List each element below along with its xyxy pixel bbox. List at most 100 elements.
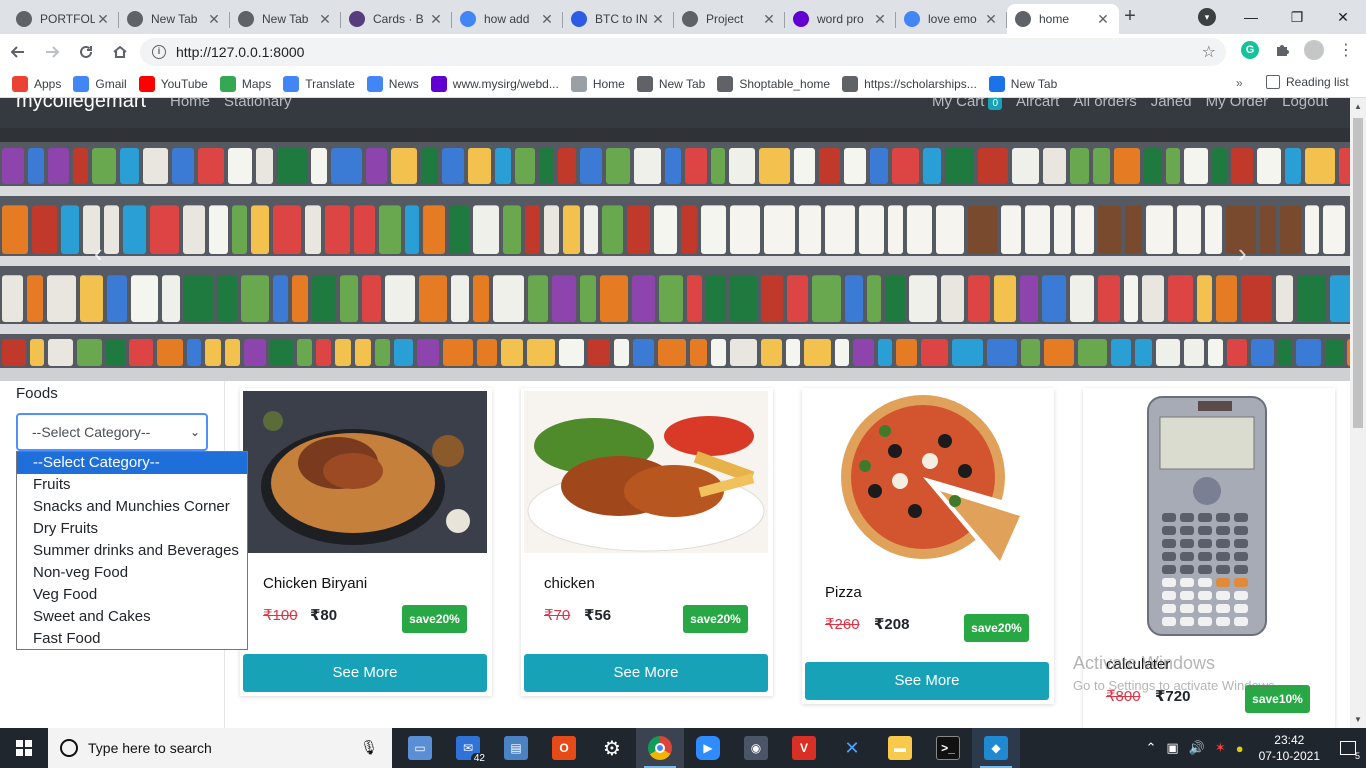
category-option[interactable]: --Select Category-- — [17, 452, 247, 474]
browser-tab[interactable]: home ✕ — [1007, 4, 1119, 34]
nav-link[interactable]: Aircart — [1016, 98, 1059, 110]
close-tab-icon[interactable]: ✕ — [872, 11, 888, 28]
bookmark-item[interactable]: New Tab — [988, 75, 1057, 92]
reload-button[interactable] — [70, 36, 102, 68]
task-view-button[interactable]: ▭ — [396, 728, 444, 768]
bookmark-item[interactable]: News — [366, 75, 419, 92]
category-select[interactable]: --Select Category-- ⌄ — [16, 413, 208, 451]
close-tab-icon[interactable]: ✕ — [206, 11, 222, 28]
browser-tab[interactable]: Project ✕ — [674, 4, 785, 34]
site-info-icon[interactable]: i — [152, 45, 166, 59]
bookmark-item[interactable]: New Tab — [636, 75, 705, 92]
scroll-up-arrow-icon[interactable]: ▲ — [1354, 102, 1362, 111]
bookmarks-overflow-button[interactable]: » — [1236, 76, 1243, 90]
close-tab-icon[interactable]: ✕ — [539, 11, 555, 28]
category-option[interactable]: Fruits — [17, 474, 247, 496]
category-option[interactable]: Dry Fruits — [17, 518, 247, 540]
reading-list-button[interactable]: Reading list — [1266, 75, 1349, 89]
close-tab-icon[interactable]: ✕ — [428, 11, 444, 28]
new-tab-button[interactable]: + — [1120, 6, 1140, 26]
nav-link[interactable]: Home — [170, 98, 210, 110]
taskbar-chrome[interactable] — [636, 728, 684, 768]
browser-tab[interactable]: how add ✕ — [452, 4, 563, 34]
taskbar-terminal[interactable]: >_ — [924, 728, 972, 768]
nav-link[interactable]: My Order — [1206, 98, 1269, 110]
taskbar-media[interactable]: ◉ — [732, 728, 780, 768]
minimize-button[interactable]: — — [1228, 1, 1274, 33]
start-button[interactable] — [0, 728, 48, 768]
taskbar-app-v[interactable]: V — [780, 728, 828, 768]
close-tab-icon[interactable]: ✕ — [1095, 11, 1111, 28]
security-icon[interactable]: ✶ — [1215, 740, 1226, 756]
taskbar-settings[interactable]: ⚙ — [588, 728, 636, 768]
see-more-button[interactable]: See More — [524, 654, 768, 692]
close-window-button[interactable]: ✕ — [1320, 1, 1366, 33]
taskbar-app-2[interactable]: ▤ — [492, 728, 540, 768]
taskbar-tools[interactable]: ✕ — [828, 728, 876, 768]
maximize-button[interactable]: ❐ — [1274, 1, 1320, 33]
close-tab-icon[interactable]: ✕ — [317, 11, 333, 28]
browser-tab[interactable]: love emo ✕ — [896, 4, 1007, 34]
nav-link[interactable]: Jahed — [1151, 98, 1192, 110]
carousel-next-button[interactable]: › — [1238, 238, 1247, 269]
scrollbar-thumb[interactable] — [1353, 118, 1363, 428]
close-tab-icon[interactable]: ✕ — [95, 11, 111, 28]
microphone-icon[interactable]: 🎙 — [360, 739, 378, 756]
page-scrollbar[interactable]: ▲ ▼ — [1350, 98, 1366, 728]
bookmark-item[interactable]: https://scholarships... — [842, 75, 977, 92]
home-button[interactable] — [104, 36, 136, 68]
grammarly-extension-icon[interactable]: G — [1238, 38, 1262, 62]
status-dot-icon[interactable]: ● — [1236, 741, 1244, 756]
bookmark-item[interactable]: Gmail — [73, 75, 127, 92]
taskbar-mail[interactable]: ✉ 42 — [444, 728, 492, 768]
close-tab-icon[interactable]: ✕ — [650, 11, 666, 28]
bookmark-star-icon[interactable]: ☆ — [1202, 42, 1216, 62]
extensions-puzzle-icon[interactable] — [1270, 38, 1294, 62]
bookmark-item[interactable]: Maps — [219, 75, 271, 92]
taskbar-office[interactable]: O — [540, 728, 588, 768]
close-tab-icon[interactable]: ✕ — [983, 11, 999, 28]
close-tab-icon[interactable]: ✕ — [761, 11, 777, 28]
browser-tab[interactable]: New Tab ✕ — [230, 4, 341, 34]
volume-icon[interactable]: 🔊 — [1189, 740, 1205, 756]
scroll-down-arrow-icon[interactable]: ▼ — [1354, 715, 1362, 724]
forward-button[interactable] — [36, 36, 68, 68]
profile-avatar-icon[interactable] — [1302, 38, 1326, 62]
browser-tab[interactable]: New Tab ✕ — [119, 4, 230, 34]
bookmark-item[interactable]: YouTube — [138, 75, 208, 92]
taskbar-search-box[interactable]: Type here to search 🎙 — [48, 728, 392, 768]
bookmark-item[interactable]: Shoptable_home — [717, 75, 830, 92]
see-more-button[interactable]: See More — [805, 662, 1049, 700]
chrome-menu-icon[interactable]: ⋮ — [1334, 38, 1358, 62]
bookmark-item[interactable]: Translate — [283, 75, 355, 92]
taskbar-vscode[interactable]: ◆ — [972, 728, 1020, 768]
back-button[interactable] — [2, 36, 34, 68]
nav-link[interactable]: Logout — [1282, 98, 1328, 110]
browser-tab[interactable]: BTC to IN ✕ — [563, 4, 674, 34]
taskbar-zoom[interactable]: ▶ — [684, 728, 732, 768]
nav-link[interactable]: My Cart 0 — [932, 98, 1003, 110]
category-option[interactable]: Non-veg Food — [17, 562, 247, 584]
bookmark-item[interactable]: Apps — [12, 75, 61, 92]
category-option[interactable]: Snacks and Munchies Corner — [17, 496, 247, 518]
category-option[interactable]: Sweet and Cakes — [17, 606, 247, 628]
taskbar-clock[interactable]: 23:42 07-10-2021 — [1259, 732, 1320, 764]
notification-center-button[interactable]: 5 — [1330, 728, 1366, 768]
tab-search-button[interactable]: ▾ — [1198, 8, 1216, 26]
network-icon[interactable]: ▣ — [1166, 740, 1178, 756]
tray-overflow-chevron-icon[interactable]: ⌃ — [1145, 740, 1156, 756]
nav-link[interactable]: Stationary — [224, 98, 292, 110]
site-brand[interactable]: mycollegemart — [16, 98, 146, 113]
category-option[interactable]: Summer drinks and Beverages — [17, 540, 247, 562]
category-option[interactable]: Fast Food — [17, 628, 247, 650]
carousel-prev-button[interactable]: ‹ — [94, 238, 103, 269]
nav-link[interactable]: All orders — [1073, 98, 1136, 110]
browser-tab[interactable]: Cards · B ✕ — [341, 4, 452, 34]
bookmark-item[interactable]: www.mysirg/webd... — [430, 75, 559, 92]
browser-tab[interactable]: PORTFOL ✕ — [8, 4, 119, 34]
bookmark-item[interactable]: Home — [570, 75, 625, 92]
taskbar-file-explorer[interactable]: ▬ — [876, 728, 924, 768]
category-option[interactable]: Veg Food — [17, 584, 247, 606]
see-more-button[interactable]: See More — [243, 654, 487, 692]
address-bar[interactable]: i http://127.0.0.1:8000 ☆ — [140, 38, 1226, 66]
